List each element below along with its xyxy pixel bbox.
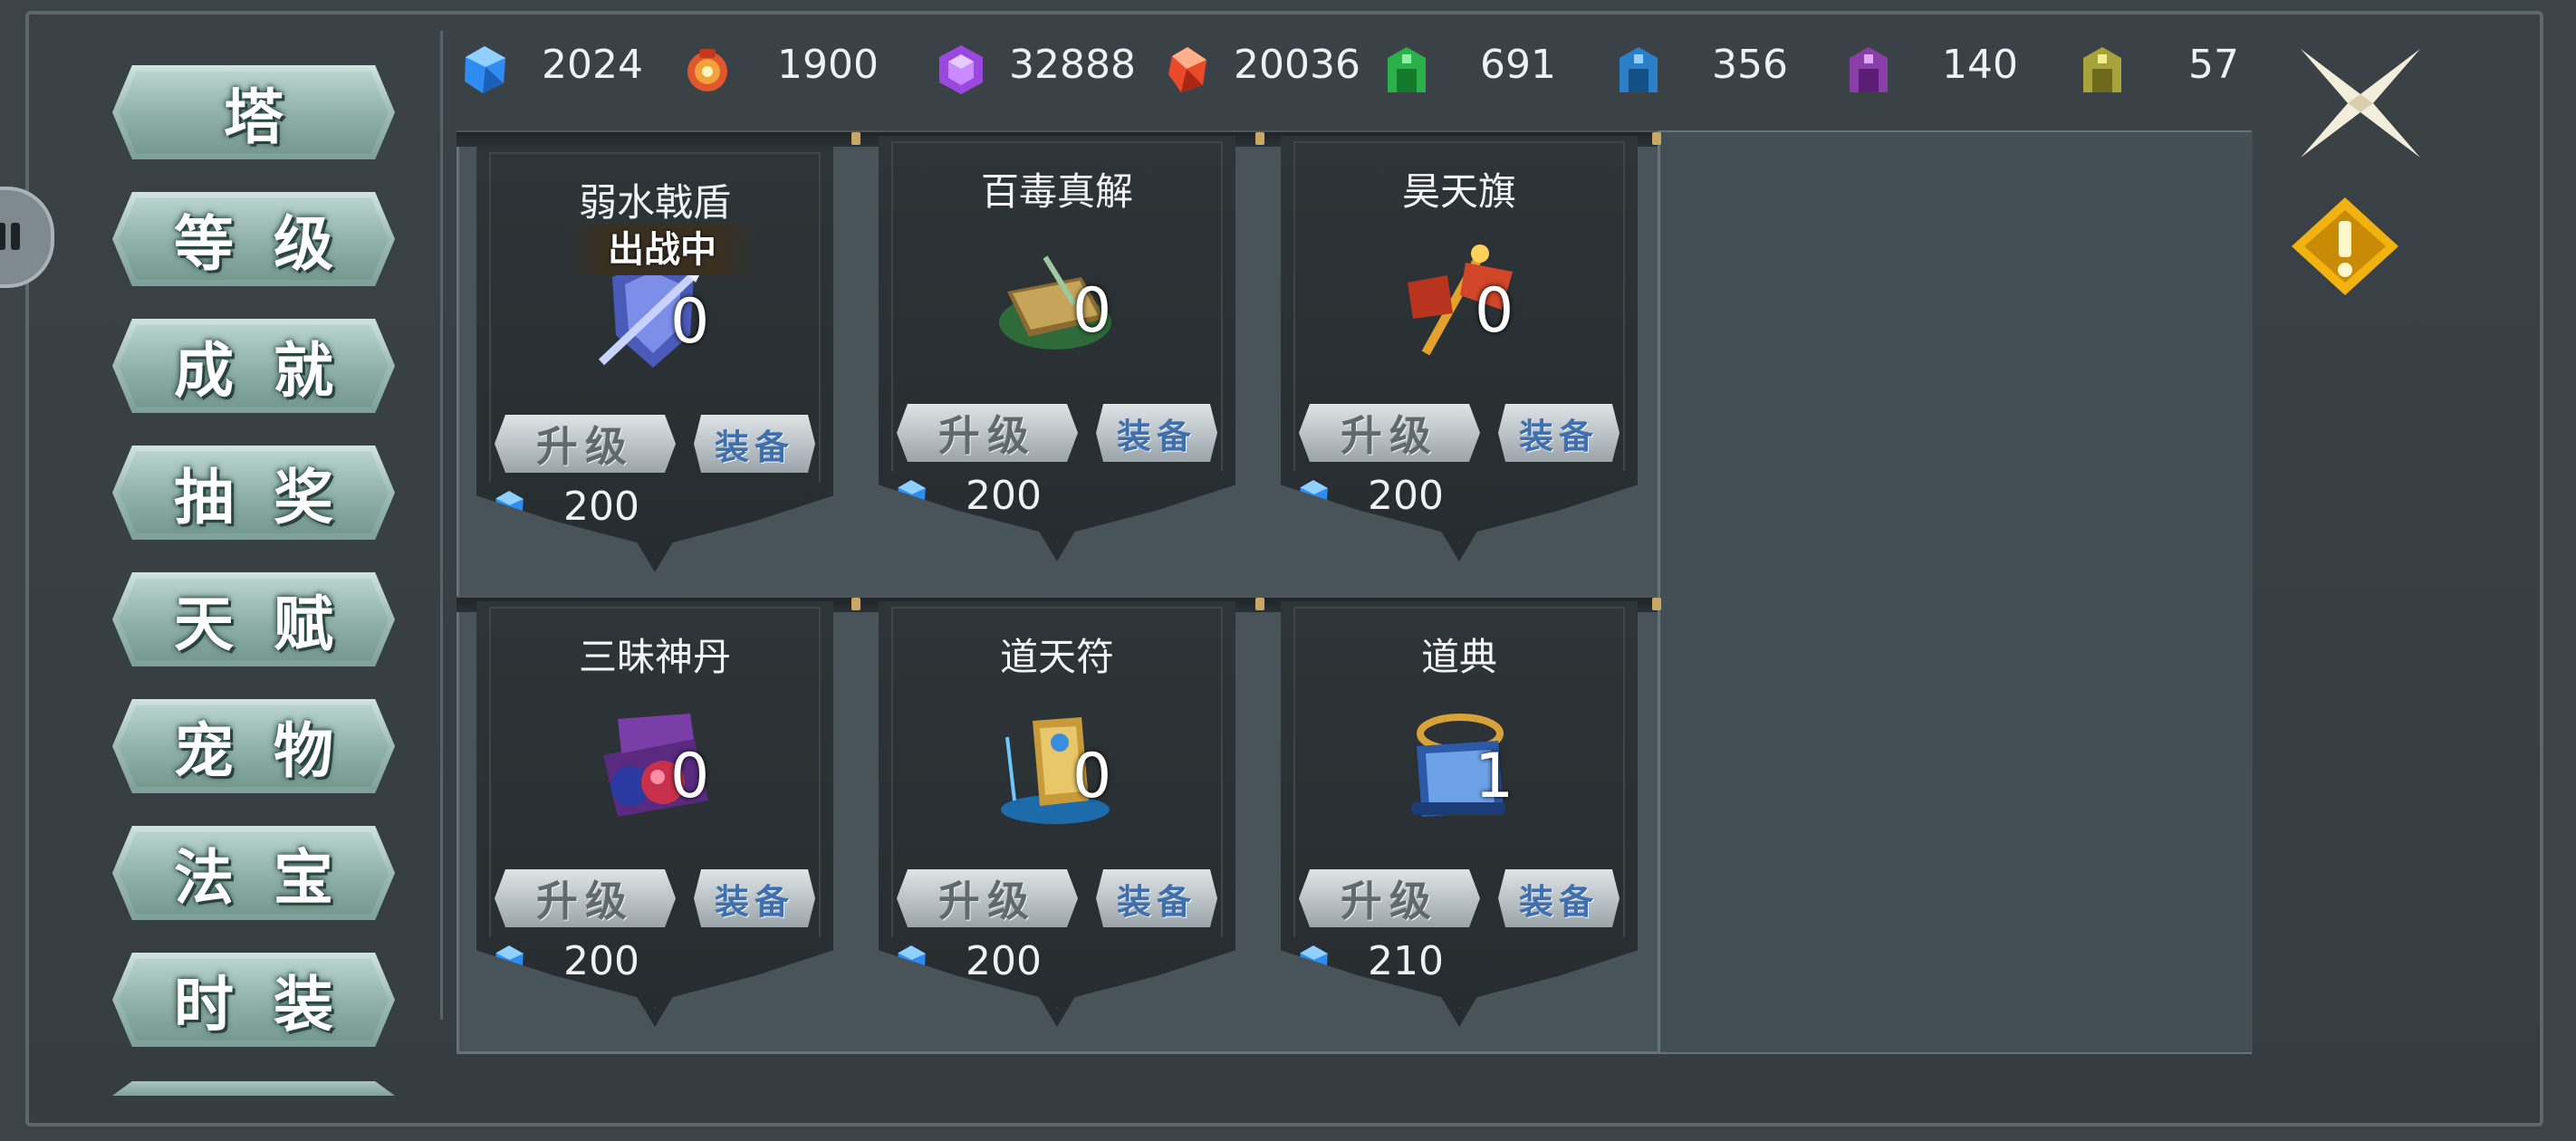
upgrade-button[interactable]: 升级 xyxy=(1299,869,1480,927)
currency-value: 32888 xyxy=(1009,42,1136,88)
equip-button[interactable]: 装备 xyxy=(1498,869,1620,927)
red-gem-icon xyxy=(1168,47,1206,92)
menu-label: 抽奖 xyxy=(174,462,373,532)
rod-cap xyxy=(851,598,860,610)
upgrade-button[interactable]: 升级 xyxy=(495,869,676,927)
upgrade-button[interactable]: 升级 xyxy=(897,404,1078,462)
close-icon[interactable] xyxy=(2295,45,2426,161)
green-key-icon xyxy=(1388,47,1426,92)
purple-gem-icon xyxy=(939,45,983,94)
rod-cap xyxy=(1652,132,1661,145)
upgrade-button[interactable]: 升级 xyxy=(897,869,1078,927)
equip-button[interactable]: 装备 xyxy=(694,415,815,473)
menu-tab-lottery[interactable]: 抽奖 xyxy=(112,446,395,540)
treasure-card[interactable]: 道天符 0 升级 装备 200 xyxy=(879,601,1235,1027)
menu-divider xyxy=(440,31,443,1020)
upgrade-cost: 200 xyxy=(563,938,639,984)
upgrade-button[interactable]: 升级 xyxy=(1299,404,1480,462)
currency-value: 57 xyxy=(2188,42,2239,88)
menu-label: 天赋 xyxy=(174,589,373,659)
card-title: 百毒真解 xyxy=(980,169,1133,214)
blue-key-icon xyxy=(1620,47,1658,92)
item-count: 0 xyxy=(1072,741,1112,812)
card-title: 昊天旗 xyxy=(1401,169,1516,214)
equip-button[interactable]: 装备 xyxy=(1498,404,1620,462)
item-count: 1 xyxy=(1475,741,1514,812)
item-count: 0 xyxy=(670,286,710,358)
currency-value: 1900 xyxy=(777,42,879,88)
rod-cap xyxy=(1255,598,1264,610)
treasure-card[interactable]: 道典 1 升级 装备 210 xyxy=(1281,601,1638,1027)
deployed-badge: 出战中 xyxy=(567,225,757,275)
currency-value: 356 xyxy=(1712,42,1788,88)
treasure-card[interactable]: 百毒真解 0 升级 装备 200 xyxy=(879,136,1235,561)
card-title: 三昧神丹 xyxy=(578,635,731,679)
menu-label: 等级 xyxy=(174,208,373,279)
card-title: 道典 xyxy=(1420,635,1497,679)
warning-icon[interactable] xyxy=(2288,194,2402,299)
equip-button[interactable]: 装备 xyxy=(1096,869,1217,927)
upgrade-cost: 200 xyxy=(966,938,1042,984)
menu-label: 宠物 xyxy=(174,715,373,786)
equip-button[interactable]: 装备 xyxy=(1096,404,1217,462)
purple-key-icon xyxy=(1850,47,1888,92)
upgrade-button[interactable]: 升级 xyxy=(495,415,676,473)
treasure-card[interactable]: 昊天旗 0 升级 装备 200 xyxy=(1281,136,1638,561)
menu-tab-pet[interactable]: 宠物 xyxy=(112,699,395,793)
menu-tab-achievement[interactable]: 成就 xyxy=(112,319,395,413)
currency-value: 2024 xyxy=(542,42,643,88)
menu-label: 成就 xyxy=(174,335,373,406)
treasure-card[interactable]: 弱水戟盾 出战中 0 升级 装备 200 xyxy=(476,147,833,572)
yellow-key-icon xyxy=(2083,47,2121,92)
red-pouch-icon xyxy=(687,49,727,91)
menu-tab-more-peek[interactable] xyxy=(112,1081,395,1096)
detail-area xyxy=(1658,132,2253,1052)
blue-gem-icon xyxy=(465,46,505,93)
item-count: 0 xyxy=(1072,275,1112,347)
currency-value: 140 xyxy=(1942,42,2018,88)
menu-tab-level[interactable]: 等级 xyxy=(112,192,395,286)
equip-button[interactable]: 装备 xyxy=(694,869,815,927)
menu-tab-fashion[interactable]: 时装 xyxy=(112,953,395,1047)
currency-value: 20036 xyxy=(1234,42,1360,88)
menu-tab-tower[interactable]: 塔 xyxy=(112,65,395,159)
rod-cap xyxy=(1652,598,1661,610)
menu-tab-treasure[interactable]: 法宝 xyxy=(112,826,395,920)
currency-value: 691 xyxy=(1480,42,1556,88)
rod-cap xyxy=(1255,132,1264,145)
menu-label: 法宝 xyxy=(174,842,373,913)
menu-label: 时装 xyxy=(174,969,373,1040)
item-count: 0 xyxy=(1475,275,1514,347)
rod-cap xyxy=(851,132,860,145)
upgrade-cost: 200 xyxy=(563,484,639,530)
card-title: 弱水戟盾 xyxy=(578,180,731,225)
upgrade-cost: 200 xyxy=(966,473,1042,519)
treasure-card[interactable]: 三昧神丹 0 升级 装备 200 xyxy=(476,601,833,1027)
upgrade-cost: 200 xyxy=(1368,473,1444,519)
item-count: 0 xyxy=(670,741,710,812)
upgrade-cost: 210 xyxy=(1368,938,1444,984)
menu-tab-talent[interactable]: 天赋 xyxy=(112,572,395,666)
menu-label: 塔 xyxy=(224,82,323,152)
card-title: 道天符 xyxy=(999,635,1114,679)
